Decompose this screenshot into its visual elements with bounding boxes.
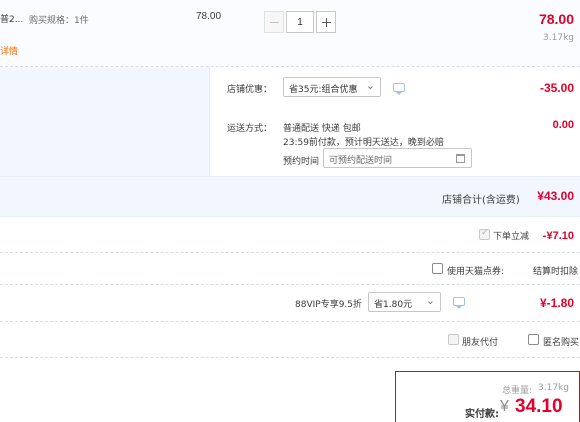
item-detail-link[interactable]: 详情 — [0, 44, 18, 57]
section-divider — [0, 216, 580, 217]
shop-total-label: 店铺合计(含运费) — [442, 195, 520, 206]
appointment-time-input[interactable]: 可预约配送时间 — [323, 148, 472, 168]
anonymous-label: 匿名购买 — [543, 338, 580, 348]
total-weight-label: 总重量: — [502, 386, 533, 396]
anonymous-checkbox[interactable] — [528, 334, 539, 345]
quantity-input[interactable]: 1 — [286, 11, 314, 33]
shop-discount-select[interactable]: 省35元:组合优惠 ⌄ — [283, 77, 381, 97]
row-divider — [0, 284, 580, 285]
item-name-fragment[interactable]: 普2... — [0, 12, 23, 25]
shipping-amount: 0.00 — [552, 119, 574, 131]
quantity-decrease-button[interactable] — [264, 11, 284, 33]
order-discount-amount: -¥7.10 — [542, 230, 574, 242]
message-icon[interactable] — [393, 83, 405, 95]
item-subtotal: 78.00 — [538, 11, 574, 27]
total-weight-value: 3.17kg — [538, 383, 569, 393]
quantity-increase-button[interactable] — [316, 11, 336, 33]
item-spec: 购买规格：1件 — [29, 16, 89, 26]
vip-label: 88VIP专享9.5折 — [295, 300, 363, 310]
shipping-method: 普通配送 快递 包邮 — [283, 124, 361, 134]
order-discount-label: 下单立减 — [493, 232, 530, 242]
vip-discount-selected: 省1.80元 — [374, 300, 413, 310]
message-icon[interactable] — [453, 297, 465, 309]
row-divider — [0, 252, 580, 253]
quantity-stepper: 1 — [264, 11, 336, 33]
shop-discount-amount: -35.00 — [539, 81, 574, 95]
item-weight: 3.17kg — [543, 33, 574, 43]
appointment-placeholder: 可预约配送时间 — [329, 156, 393, 166]
friend-pay-label: 朋友代付 — [462, 338, 499, 348]
shipping-label: 运送方式： — [227, 124, 273, 134]
shop-total-divider — [0, 176, 580, 177]
item-unit-price: 78.00 — [196, 11, 222, 22]
calendar-icon — [456, 154, 465, 163]
pay-label: 实付款: — [465, 409, 499, 420]
row-divider — [0, 321, 580, 322]
item-row — [0, 0, 580, 66]
tmall-points-checkbox[interactable] — [432, 263, 443, 274]
order-discount-checkbox[interactable] — [479, 228, 490, 240]
shop-discount-label: 店铺优惠： — [227, 85, 273, 95]
friend-pay-checkbox[interactable] — [448, 334, 459, 345]
tmall-points-note: 结算时扣除 — [533, 267, 579, 277]
shipping-note: 23:59前付款，预计明天送达，晚到必赔 — [283, 138, 444, 148]
pay-amount: 34.10 — [515, 396, 563, 417]
tmall-points-label: 使用天猫点券: — [447, 267, 505, 277]
shop-discount-selected: 省35元:组合优惠 — [289, 85, 358, 95]
chevron-down-icon: ⌄ — [365, 79, 375, 92]
vip-discount-select[interactable]: 省1.80元 ⌄ — [368, 292, 441, 312]
chevron-down-icon: ⌄ — [425, 294, 435, 307]
pay-currency: ¥ — [500, 398, 509, 415]
row-divider — [0, 357, 580, 358]
minus-icon — [270, 22, 279, 23]
quantity-value: 1 — [297, 17, 303, 28]
appointment-label: 预约时间 — [283, 157, 320, 167]
vip-amount: ¥-1.80 — [539, 296, 574, 310]
shop-total-amount: ¥43.00 — [537, 189, 574, 203]
